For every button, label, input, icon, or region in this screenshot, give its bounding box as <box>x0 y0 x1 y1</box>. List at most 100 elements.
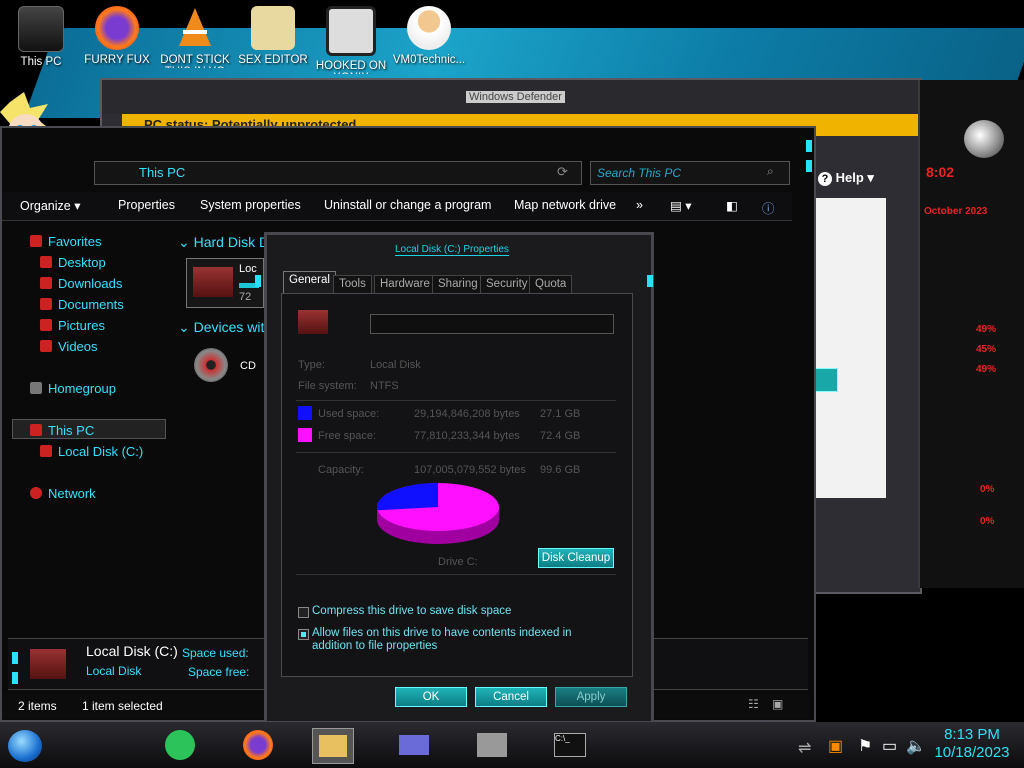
tab-sharing[interactable]: Sharing <box>432 275 484 294</box>
taskbar-notes-app[interactable] <box>160 728 200 762</box>
help-icon[interactable]: ⓘ <box>762 198 775 217</box>
gadget-cpu1: 49% <box>976 324 997 335</box>
nav-item-desktop[interactable]: Desktop <box>40 255 106 270</box>
cd-drive-tile[interactable]: CD <box>194 348 264 388</box>
homegroup-icon <box>30 382 42 394</box>
tab-security[interactable]: Security <box>480 275 534 294</box>
address-bar[interactable]: This PC ⟳ <box>94 161 582 185</box>
uninstall-program-button[interactable]: Uninstall or change a program <box>324 198 491 212</box>
properties-dialog[interactable]: Local Disk (C:) Properties General Tools… <box>255 232 654 724</box>
desktop-icon-vm0technic[interactable]: VM0Technic... <box>390 6 468 66</box>
firefox-icon <box>243 730 273 760</box>
disk-usage-pie-chart <box>377 483 499 544</box>
frame-accent <box>12 672 18 684</box>
firefox-icon <box>95 6 139 50</box>
defender-help-button[interactable]: ? Help ▾ <box>818 170 874 186</box>
search-input[interactable]: Search This PC ⌕ <box>590 161 790 185</box>
navigation-pane: Favorites Desktop Downloads Documents Pi… <box>12 228 168 628</box>
view-options-icon[interactable]: ▤ ▾ <box>670 198 692 213</box>
gadget-net2: 0% <box>980 516 995 527</box>
frame-accent <box>647 275 653 287</box>
chevron-down-icon: ⌄ <box>178 234 194 250</box>
preview-pane-icon[interactable]: ◧ <box>726 198 738 213</box>
tab-tools[interactable]: Tools <box>333 275 372 294</box>
free-space-swatch <box>298 428 312 442</box>
volume-icon[interactable]: 🔈 <box>906 736 926 756</box>
cd-drive-icon <box>194 348 228 382</box>
large-icons-view-icon[interactable]: ▣ <box>772 697 783 711</box>
videos-icon <box>40 340 52 352</box>
drive-icon <box>298 310 328 334</box>
apply-button[interactable]: Apply <box>555 687 627 707</box>
desktop-icon-this-pc[interactable]: This PC <box>2 6 80 68</box>
index-checkbox[interactable] <box>298 629 309 640</box>
search-icon[interactable]: ⌕ <box>767 164 774 179</box>
dialog-title: Local Disk (C:) Properties <box>395 244 509 256</box>
desktop-icon-dont-stick[interactable]: DONT STICK THIS IN YO <box>156 6 234 68</box>
desktop-icon-sex-editor[interactable]: SEX EDITOR <box>234 6 312 66</box>
tab-quota[interactable]: Quota <box>529 275 573 294</box>
taskbar-control-panel[interactable] <box>394 728 434 762</box>
used-space-slice <box>377 483 438 511</box>
nav-item-videos[interactable]: Videos <box>40 339 98 354</box>
nav-item-local-disk[interactable]: Local Disk (C:) <box>40 444 143 459</box>
map-network-drive-button[interactable]: Map network drive <box>514 198 616 212</box>
pictures-icon <box>40 319 52 331</box>
start-button[interactable] <box>8 730 42 762</box>
system-properties-button[interactable]: System properties <box>200 198 301 212</box>
tab-general[interactable]: General <box>283 271 336 293</box>
desktop-icon-hooked-on-xonix[interactable]: HOOKED ON XONIX <box>312 6 390 74</box>
notes-app-icon <box>165 730 195 760</box>
refresh-icon[interactable]: ⟳ <box>557 164 568 180</box>
nav-item-homegroup[interactable]: Homegroup <box>30 381 116 396</box>
alienware-logo-icon <box>964 120 1004 158</box>
office-tray-icon[interactable]: ▣ <box>828 736 843 756</box>
documents-icon <box>40 298 52 310</box>
id-card-icon <box>399 735 429 755</box>
folder-icon <box>319 735 347 757</box>
taskbar-command-prompt[interactable]: C:\_ <box>550 728 590 762</box>
desktop-icon-furry-fux[interactable]: FURRY FUX <box>78 6 156 66</box>
xonix-icon <box>326 6 376 56</box>
nav-item-favorites[interactable]: Favorites <box>30 234 101 249</box>
tab-hardware[interactable]: Hardware <box>374 275 436 294</box>
desktop-icon <box>40 256 52 268</box>
taskbar-file-explorer[interactable] <box>312 728 354 764</box>
taskbar-defender[interactable] <box>472 728 512 762</box>
compress-checkbox[interactable] <box>298 607 309 618</box>
drive-name-input[interactable] <box>370 314 614 334</box>
chevron-down-icon: ▾ <box>867 170 874 185</box>
defender-title: Windows Defender <box>466 91 565 103</box>
command-bar: Organize ▾ Properties System properties … <box>2 192 792 221</box>
flag-icon[interactable]: ⚑ <box>858 736 872 756</box>
disk-cleanup-button[interactable]: Disk Cleanup <box>538 548 614 568</box>
taskbar-clock[interactable]: 8:13 PM 10/18/2023 <box>926 726 1018 762</box>
castle-wall-icon <box>477 733 507 757</box>
nav-item-pictures[interactable]: Pictures <box>40 318 105 333</box>
ok-button[interactable]: OK <box>395 687 467 707</box>
nav-item-downloads[interactable]: Downloads <box>40 276 122 291</box>
star-icon <box>30 235 42 247</box>
drive-icon <box>40 445 52 457</box>
vlc-cone-icon <box>173 6 217 50</box>
nav-item-network[interactable]: Network <box>30 486 96 501</box>
network-tray-icon[interactable]: ⇌ <box>798 738 811 758</box>
more-commands-button[interactable]: » <box>636 198 643 212</box>
address-text: This PC <box>139 165 186 180</box>
organize-button[interactable]: Organize ▾ <box>20 198 80 213</box>
downloads-icon <box>40 277 52 289</box>
gadget-net1: 0% <box>980 484 995 495</box>
drive-icon <box>30 649 66 679</box>
network-monitor-icon[interactable]: ▭ <box>882 736 897 756</box>
taskbar-firefox[interactable] <box>238 728 278 762</box>
local-disk-tile[interactable]: Loc 72 <box>186 258 264 308</box>
cancel-button[interactable]: Cancel <box>475 687 547 707</box>
frame-accent <box>806 160 812 172</box>
gadget-cpu2: 45% <box>976 344 997 355</box>
frame-accent <box>12 652 18 664</box>
properties-button[interactable]: Properties <box>118 198 175 212</box>
nav-item-documents[interactable]: Documents <box>40 297 124 312</box>
nav-item-this-pc[interactable]: This PC <box>30 423 94 438</box>
taskbar: C:\_ ⇌ ▣ ⚑ ▭ 🔈 8:13 PM 10/18/2023 <box>0 722 1024 768</box>
details-view-icon[interactable]: ☷ <box>748 697 759 711</box>
